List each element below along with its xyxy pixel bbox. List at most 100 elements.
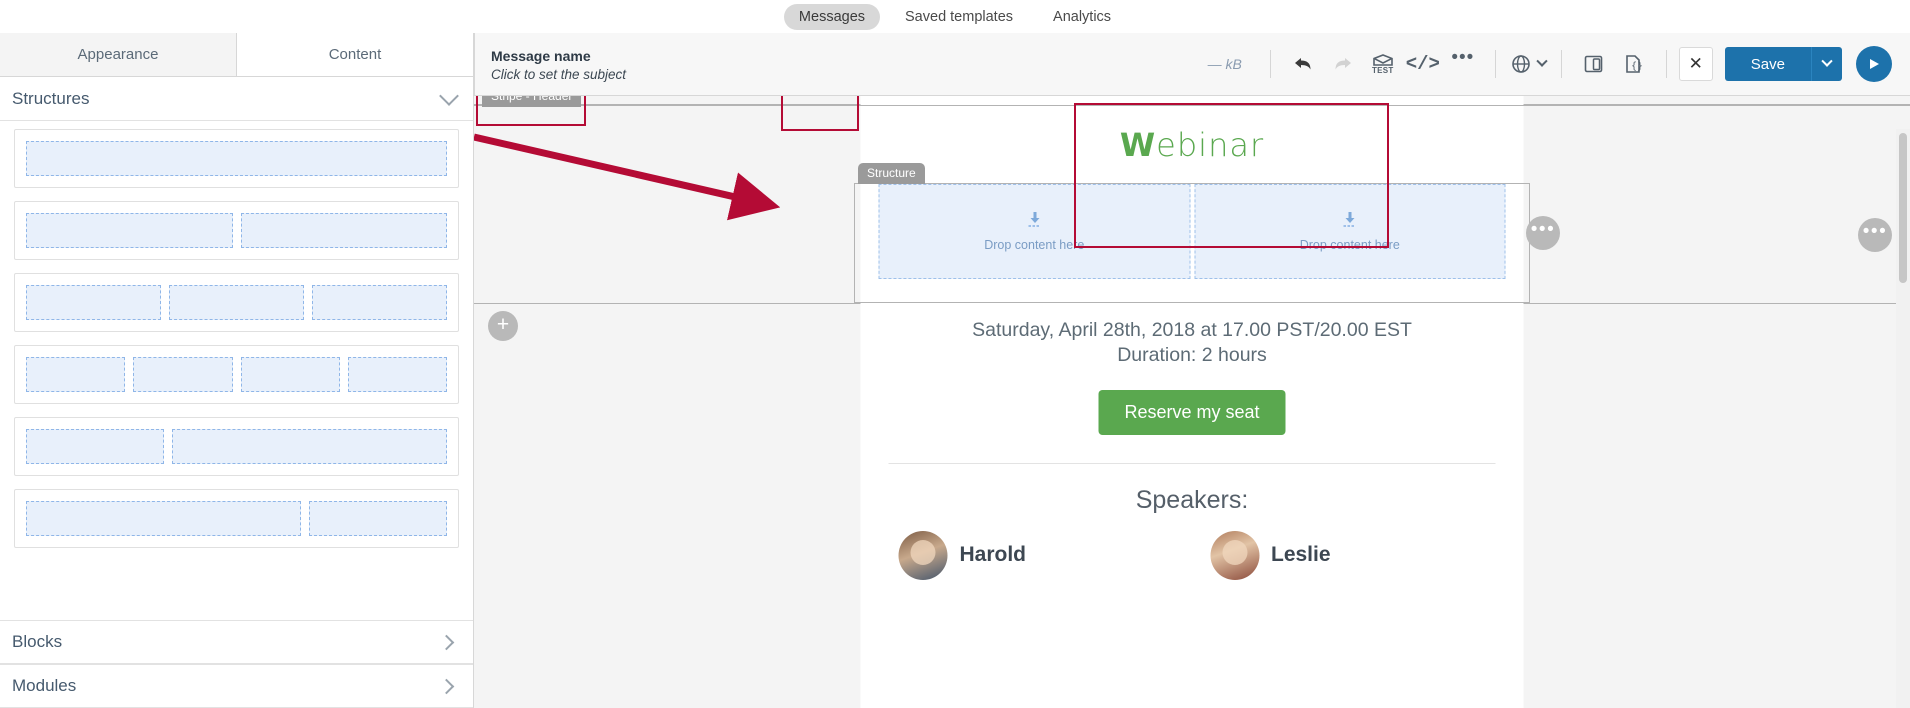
section-title-modules: Modules	[12, 676, 77, 695]
play-button[interactable]	[1856, 46, 1892, 82]
language-selector[interactable]	[1511, 47, 1548, 81]
top-navigation: Messages Saved templates Analytics	[0, 0, 1910, 33]
structure-item-1-column[interactable]	[14, 129, 459, 188]
speakers-heading: Speakers:	[1135, 485, 1249, 514]
structure-cell	[26, 213, 233, 248]
structure-tag[interactable]: Structure	[858, 163, 925, 184]
structure-dropzones: Drop content here Drop content here	[861, 176, 1524, 289]
avatar	[1210, 530, 1259, 580]
globe-icon	[1511, 55, 1530, 73]
more-options-icon[interactable]: •••	[1446, 47, 1480, 81]
structure-cell	[26, 357, 126, 392]
app-body: Appearance Content Structures Blocks Mod…	[0, 33, 1910, 708]
structure-cell	[169, 285, 304, 320]
editor-header: Message name Click to set the subject — …	[474, 33, 1910, 96]
send-test-icon[interactable]: TEST	[1366, 47, 1400, 81]
sidebar-collapsed-sections: Blocks Modules	[0, 620, 473, 708]
structure-item-2-column-2-1[interactable]	[14, 489, 459, 548]
message-size-label: — kB	[1207, 56, 1242, 72]
message-subject[interactable]: Click to set the subject	[491, 67, 626, 82]
chevron-right-icon	[438, 634, 455, 650]
event-date-block[interactable]: Saturday, April 28th, 2018 at 17.00 PST/…	[861, 304, 1524, 368]
section-header-modules[interactable]: Modules	[0, 664, 473, 708]
speaker-name: Leslie	[1271, 543, 1331, 567]
structure-item-3-column-equal[interactable]	[14, 273, 459, 332]
structure-cell	[26, 501, 301, 536]
dropzone-label: Drop content here	[1299, 238, 1400, 252]
logo-rest: ebinar	[1156, 126, 1265, 164]
svg-text:{}: {}	[1631, 61, 1643, 72]
nav-tab-analytics[interactable]: Analytics	[1038, 4, 1126, 30]
tab-appearance[interactable]: Appearance	[0, 33, 237, 76]
body-column: Saturday, April 28th, 2018 at 17.00 PST/…	[860, 304, 1524, 708]
structure-more-button[interactable]: •••	[1526, 216, 1560, 250]
logo-wrap: Webinar	[861, 106, 1524, 176]
chevron-down-icon	[439, 86, 459, 106]
tab-content[interactable]: Content	[237, 33, 473, 76]
undo-icon[interactable]	[1286, 47, 1320, 81]
structure-cell	[240, 357, 340, 392]
section-title-blocks: Blocks	[12, 632, 63, 651]
stripe-more-button[interactable]: •••	[1858, 218, 1892, 252]
message-name-block[interactable]: Message name Click to set the subject	[491, 46, 626, 81]
dropzone-right[interactable]: Drop content here	[1194, 184, 1506, 279]
code-view-icon[interactable]: </>	[1406, 47, 1440, 81]
send-test-label: TEST	[1371, 65, 1394, 75]
structure-cell	[347, 357, 447, 392]
canvas-scroll-region: Put your preheader text here. If you can…	[474, 33, 1910, 708]
dropzone-label: Drop content here	[984, 238, 1085, 252]
drop-download-icon	[1025, 211, 1043, 229]
close-button[interactable]: ✕	[1678, 47, 1713, 81]
email-canvas[interactable]: Put your preheader text here. If you can…	[474, 33, 1910, 708]
structure-cell	[308, 501, 447, 536]
speaker-name: Harold	[959, 543, 1027, 567]
redo-icon[interactable]	[1326, 47, 1360, 81]
nav-tab-saved-templates[interactable]: Saved templates	[890, 4, 1028, 30]
speaker-card[interactable]: Harold	[898, 530, 1175, 580]
speakers-row: Harold Leslie	[861, 515, 1524, 580]
dropzone-left[interactable]: Drop content here	[878, 184, 1190, 279]
preview-device-icon[interactable]	[1577, 47, 1611, 81]
add-structure-button[interactable]: +	[488, 311, 518, 341]
structure-cell	[172, 429, 447, 464]
chevron-down-icon	[1536, 55, 1548, 67]
scrollbar-thumb[interactable]	[1899, 133, 1907, 283]
header-divider	[1665, 50, 1667, 78]
section-header-structures[interactable]: Structures	[0, 77, 473, 121]
section-header-blocks[interactable]: Blocks	[0, 620, 473, 664]
logo-w: W	[1119, 126, 1157, 164]
section-title-structures: Structures	[12, 88, 90, 108]
header-column: Webinar Drop content here Drop content h…	[860, 106, 1524, 305]
cta-wrap: Reserve my seat	[861, 368, 1524, 435]
event-date-line: Saturday, April 28th, 2018 at 17.00 PST/…	[972, 319, 1412, 341]
save-dropdown-button[interactable]	[1811, 47, 1842, 81]
code-glyph: </>	[1405, 53, 1440, 75]
structure-item-2-column-1-2[interactable]	[14, 417, 459, 476]
structure-cell	[312, 285, 447, 320]
structure-cell	[26, 429, 165, 464]
drop-download-icon	[1341, 211, 1359, 229]
avatar	[898, 530, 948, 580]
structure-cell	[133, 357, 233, 392]
snippet-icon[interactable]: {}	[1617, 47, 1651, 81]
save-button-group: Save	[1724, 47, 1842, 81]
more-glyph: •••	[1451, 47, 1475, 68]
message-name: Message name	[491, 48, 591, 65]
save-button[interactable]: Save	[1724, 47, 1811, 81]
header-divider	[1269, 50, 1271, 78]
webinar-logo[interactable]: Webinar	[1120, 126, 1264, 164]
event-duration-line: Duration: 2 hours	[1117, 343, 1267, 366]
structure-cell	[240, 213, 447, 248]
left-sidebar: Appearance Content Structures Blocks Mod…	[0, 33, 474, 708]
nav-tab-messages[interactable]: Messages	[783, 3, 881, 30]
structure-cell	[26, 141, 447, 176]
speaker-card[interactable]: Leslie	[1210, 530, 1486, 580]
structure-cell	[26, 285, 161, 320]
play-icon	[1870, 59, 1879, 69]
canvas-scrollbar[interactable]	[1896, 129, 1910, 708]
sidebar-tabs: Appearance Content	[0, 33, 473, 77]
structure-item-2-column-equal[interactable]	[14, 201, 459, 260]
structure-item-4-column-equal[interactable]	[14, 345, 459, 404]
stripe-header[interactable]: Webinar Drop content here Drop content h…	[474, 105, 1910, 305]
reserve-my-seat-button[interactable]: Reserve my seat	[1098, 389, 1286, 435]
